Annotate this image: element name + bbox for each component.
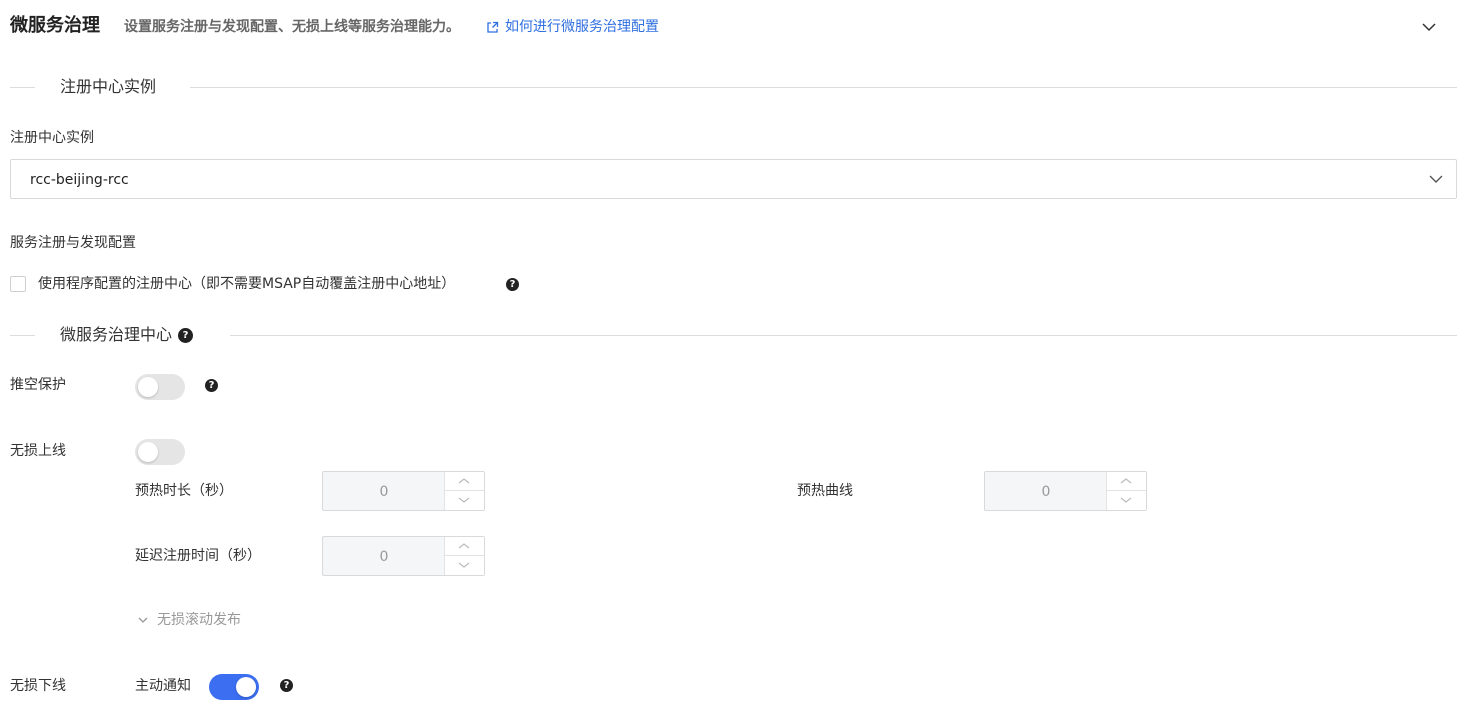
section-divider <box>190 87 1457 88</box>
chevron-down-icon <box>1120 497 1132 503</box>
decrement-button[interactable] <box>1107 491 1146 510</box>
number-steppers <box>444 472 484 510</box>
chevron-down-icon <box>1429 175 1443 183</box>
chevron-down-icon <box>458 562 470 568</box>
chevron-up-icon <box>458 543 470 549</box>
switch-knob <box>236 677 256 697</box>
chevron-down-icon[interactable] <box>1420 18 1438 36</box>
push-protect-label: 推空保护 <box>10 377 66 393</box>
section-divider <box>10 87 35 88</box>
warmup-curve-input[interactable]: 0 <box>984 471 1147 511</box>
lossless-online-switch[interactable] <box>135 439 185 465</box>
section-title-registry-label: 注册中心实例 <box>60 77 157 96</box>
delay-register-value: 0 <box>379 549 389 565</box>
rolling-release-toggle[interactable]: 无损滚动发布 <box>137 610 241 630</box>
help-icon[interactable]: ? <box>205 379 218 392</box>
section-divider <box>10 335 35 336</box>
push-protect-switch[interactable] <box>135 374 185 400</box>
lossless-online-label: 无损上线 <box>10 443 66 459</box>
page-description: 设置服务注册与发现配置、无损上线等服务治理能力。 <box>124 19 460 35</box>
help-icon[interactable]: ? <box>506 278 519 291</box>
section-divider <box>230 335 1457 336</box>
delay-register-input[interactable]: 0 <box>322 536 485 576</box>
help-icon[interactable]: ? <box>178 327 194 343</box>
chevron-down-icon <box>458 497 470 503</box>
doc-link-label: 如何进行微服务治理配置 <box>505 19 659 35</box>
active-notify-label: 主动通知 <box>135 678 191 694</box>
warmup-duration-label: 预热时长（秒） <box>135 483 233 499</box>
number-steppers <box>444 537 484 575</box>
switch-knob <box>138 377 158 397</box>
chevron-up-icon <box>458 478 470 484</box>
increment-button[interactable] <box>445 472 484 491</box>
increment-button[interactable] <box>445 537 484 556</box>
decrement-button[interactable] <box>445 556 484 575</box>
external-link-icon <box>487 21 499 33</box>
doc-link[interactable]: 如何进行微服务治理配置 <box>486 17 659 37</box>
page-title: 微服务治理 <box>10 15 100 36</box>
warmup-curve-label: 预热曲线 <box>797 483 853 499</box>
registry-instance-select[interactable]: rcc-beijing-rcc <box>10 159 1457 199</box>
warmup-duration-value: 0 <box>379 484 389 500</box>
registry-instance-value: rcc-beijing-rcc <box>30 172 129 188</box>
chevron-down-icon <box>138 617 148 623</box>
increment-button[interactable] <box>1107 472 1146 491</box>
number-steppers <box>1106 472 1146 510</box>
section-title-registry: 注册中心实例 <box>60 76 156 98</box>
registry-instance-label: 注册中心实例 <box>10 130 94 146</box>
use-program-registry-label: 使用程序配置的注册中心（即不需要MSAP自动覆盖注册中心地址） <box>38 276 456 292</box>
warmup-duration-input[interactable]: 0 <box>322 471 485 511</box>
discovery-label: 服务注册与发现配置 <box>10 235 136 251</box>
lossless-offline-label: 无损下线 <box>10 678 66 694</box>
help-icon[interactable]: ? <box>280 679 293 692</box>
rolling-release-label: 无损滚动发布 <box>157 612 241 628</box>
use-program-registry-checkbox[interactable] <box>10 276 26 292</box>
active-notify-switch[interactable] <box>209 674 259 700</box>
section-title-governance: 微服务治理中心 ? <box>60 324 194 346</box>
switch-knob <box>138 442 158 462</box>
section-title-governance-label: 微服务治理中心 <box>60 325 173 344</box>
chevron-up-icon <box>1120 478 1132 484</box>
warmup-curve-value: 0 <box>1041 484 1051 500</box>
delay-register-label: 延迟注册时间（秒） <box>135 548 261 564</box>
decrement-button[interactable] <box>445 491 484 510</box>
